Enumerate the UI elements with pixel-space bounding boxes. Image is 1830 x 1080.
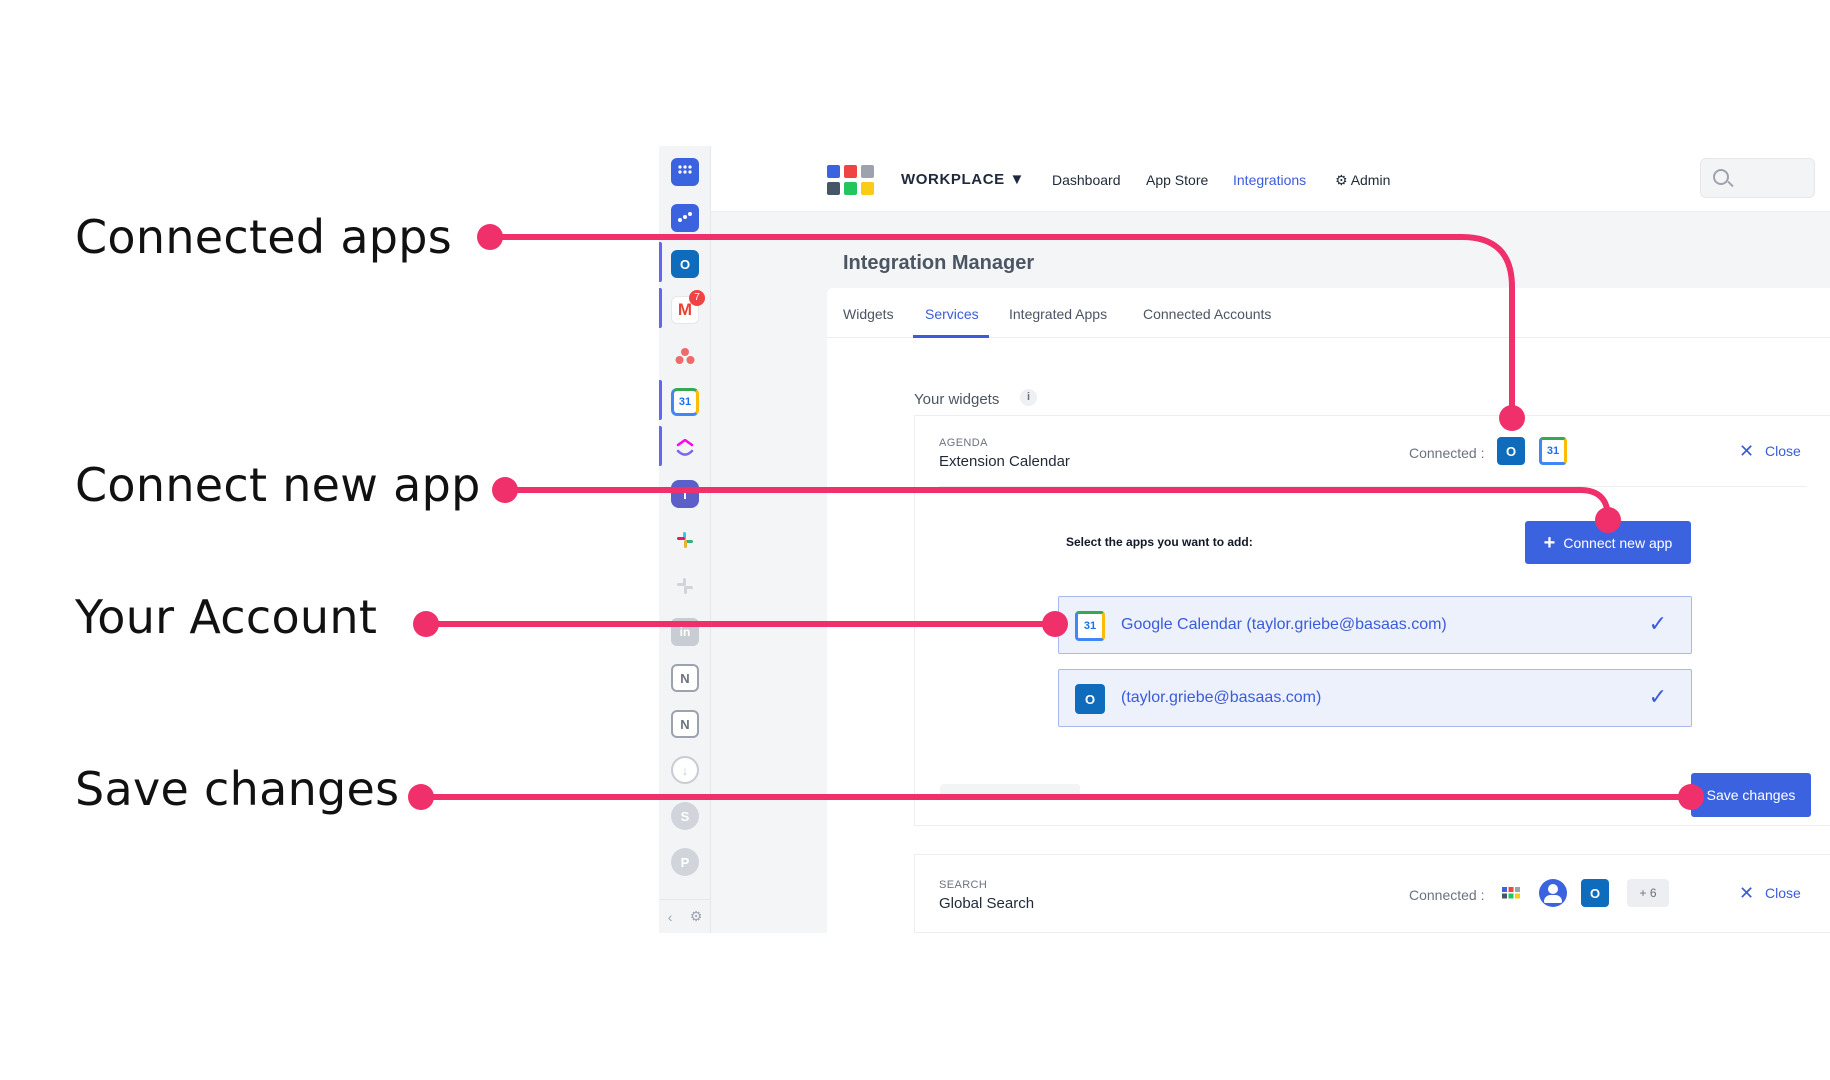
- google-calendar-icon: 31: [1539, 437, 1567, 465]
- top-navigation: WORKPLACE ▼ Dashboard App Store Integrat…: [711, 146, 1830, 212]
- active-marker: [659, 426, 662, 466]
- outlook-icon[interactable]: O: [671, 250, 699, 278]
- grid-icon[interactable]: [671, 158, 699, 186]
- dot-save-changes-start: [408, 784, 434, 810]
- notification-badge: 7: [689, 290, 705, 306]
- connect-new-app-label: Connect new app: [1563, 534, 1673, 551]
- outlook-icon: O: [1581, 879, 1609, 907]
- search-input[interactable]: [1700, 158, 1815, 198]
- clickup-icon[interactable]: [671, 434, 699, 462]
- widget-title: Extension Calendar: [939, 453, 1070, 470]
- close-button[interactable]: Close: [1765, 443, 1801, 459]
- info-icon[interactable]: i: [1020, 389, 1037, 406]
- slack-icon[interactable]: [671, 526, 699, 554]
- outlook-icon: O: [1497, 437, 1525, 465]
- tab-widgets[interactable]: Widgets: [843, 306, 894, 322]
- check-icon: ✓: [1648, 611, 1667, 636]
- section-label: Your widgets: [914, 391, 1000, 408]
- outlook-icon: O: [1075, 684, 1105, 714]
- active-tab-indicator: [913, 335, 989, 338]
- tab-bar: Widgets Services Integrated Apps Connect…: [827, 288, 1830, 338]
- account-label: Google Calendar (taylor.griebe@basaas.co…: [1121, 616, 1447, 633]
- widget-title: Global Search: [939, 895, 1035, 912]
- teams-icon[interactable]: T: [671, 480, 699, 508]
- callout-your-account: Your Account: [75, 590, 378, 644]
- close-icon[interactable]: ✕: [1739, 441, 1754, 462]
- app-sidebar: O M 7 31 T in N N ↓ S P ‹ ⚙: [659, 146, 711, 933]
- connected-label: Connected :: [1409, 445, 1485, 461]
- widget-kicker: SEARCH: [939, 879, 988, 891]
- close-button[interactable]: Close: [1765, 885, 1801, 901]
- select-apps-label: Select the apps you want to add:: [1066, 535, 1253, 549]
- notion-icon[interactable]: N: [671, 664, 699, 692]
- faded-placeholder: [940, 784, 1080, 798]
- connected-label: Connected :: [1409, 887, 1485, 903]
- widgets-icon[interactable]: [671, 204, 699, 232]
- nav-admin[interactable]: ⚙ Admin: [1335, 172, 1390, 189]
- plus-icon: +: [1543, 531, 1556, 554]
- sidebar-footer: ‹ ⚙: [659, 899, 711, 933]
- connect-new-app-button[interactable]: + Connect new app: [1525, 521, 1691, 564]
- page-title: Integration Manager: [843, 252, 1035, 274]
- notion-icon[interactable]: N: [671, 710, 699, 738]
- tab-services[interactable]: Services: [925, 306, 979, 322]
- sharepoint-icon[interactable]: S: [671, 802, 699, 830]
- more-apps-badge[interactable]: + 6: [1627, 879, 1669, 907]
- active-marker: [659, 288, 662, 328]
- collapse-icon[interactable]: ‹: [668, 909, 673, 925]
- linkedin-icon[interactable]: in: [671, 618, 699, 646]
- divider: [939, 486, 1807, 487]
- save-changes-button[interactable]: Save changes: [1691, 773, 1811, 817]
- main-content: Integration Manager Widgets Services Int…: [711, 212, 1830, 933]
- search-icon: [1713, 169, 1729, 185]
- tab-connected-accounts[interactable]: Connected Accounts: [1143, 306, 1271, 322]
- google-calendar-icon: 31: [1075, 611, 1105, 641]
- gear-icon[interactable]: ⚙: [690, 908, 703, 925]
- account-option-outlook[interactable]: O (taylor.griebe@basaas.com) ✓: [1058, 669, 1692, 727]
- user-avatar-icon: [1539, 879, 1567, 907]
- check-icon: ✓: [1648, 684, 1667, 709]
- dot-connected-apps-start: [477, 224, 503, 250]
- close-icon[interactable]: ✕: [1739, 883, 1754, 904]
- google-calendar-icon[interactable]: 31: [671, 388, 699, 416]
- active-marker: [659, 242, 662, 282]
- dot-your-account-start: [413, 611, 439, 637]
- nav-dashboard[interactable]: Dashboard: [1052, 172, 1121, 188]
- dot-connect-new-app-start: [492, 477, 518, 503]
- workplace-logo-icon: [827, 165, 877, 197]
- download-icon[interactable]: ↓: [671, 756, 699, 784]
- workplace-grid-icon: [1497, 879, 1525, 907]
- account-label: (taylor.griebe@basaas.com): [1121, 689, 1322, 706]
- callout-connect-new-app: Connect new app: [75, 458, 481, 512]
- asana-icon[interactable]: [671, 342, 699, 370]
- callout-save-changes: Save changes: [75, 762, 400, 816]
- tab-integrated-apps[interactable]: Integrated Apps: [1009, 306, 1107, 322]
- callout-connected-apps: Connected apps: [75, 210, 453, 264]
- account-option-google-calendar[interactable]: 31 Google Calendar (taylor.griebe@basaas…: [1058, 596, 1692, 654]
- widget-kicker: AGENDA: [939, 437, 988, 449]
- nav-app-store[interactable]: App Store: [1146, 172, 1208, 188]
- nav-integrations[interactable]: Integrations: [1233, 172, 1306, 188]
- gear-icon: ⚙: [1335, 172, 1348, 188]
- powerpoint-icon[interactable]: P: [671, 848, 699, 876]
- nav-admin-label: Admin: [1350, 172, 1391, 188]
- active-marker: [659, 380, 662, 420]
- slack-grey-icon[interactable]: [671, 572, 699, 600]
- search-widget-card: SEARCH Global Search Connected : O + 6 ✕…: [914, 854, 1830, 933]
- workplace-switcher[interactable]: WORKPLACE ▼: [901, 171, 1025, 188]
